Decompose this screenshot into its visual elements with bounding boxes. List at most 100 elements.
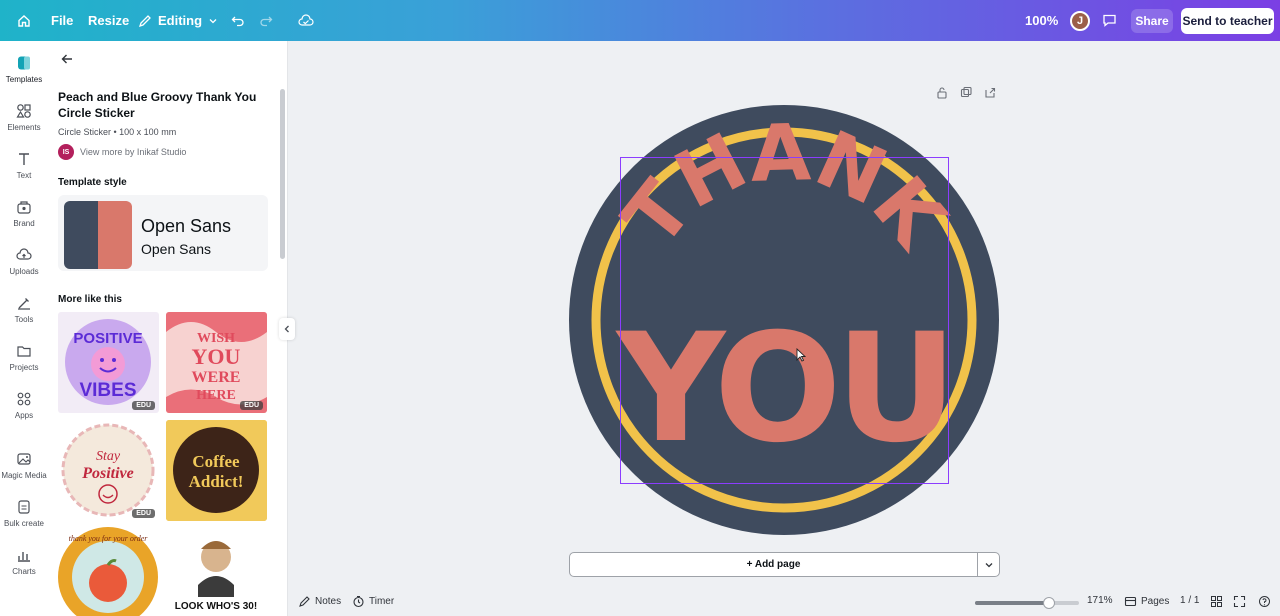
- rail-templates[interactable]: Templates: [0, 55, 48, 84]
- cloud-check-icon: [298, 13, 314, 26]
- collapse-panel-button[interactable]: [279, 318, 295, 340]
- edu-badge: EDU: [132, 401, 155, 410]
- zoom-slider-fill: [975, 601, 1049, 605]
- grid-view-button[interactable]: [1210, 595, 1223, 608]
- add-page-top-button[interactable]: [984, 86, 996, 104]
- zoom-slider[interactable]: [975, 597, 1079, 609]
- template-thumbnail[interactable]: WISH YOU WERE HERE EDU: [166, 312, 267, 413]
- svg-text:Stay: Stay: [96, 449, 121, 464]
- selection-box[interactable]: [620, 157, 949, 484]
- svg-text:Positive: Positive: [81, 465, 134, 482]
- template-thumbnail[interactable]: Coffee Addict!: [166, 420, 267, 521]
- positive-vibes-thumbnail: POSITIVE VIBES: [65, 319, 151, 405]
- text-icon: [19, 153, 29, 165]
- page-count: 1 / 1: [1180, 595, 1200, 606]
- bulk-create-icon: [18, 500, 30, 514]
- timer-icon: [353, 595, 364, 608]
- back-button[interactable]: [60, 52, 74, 71]
- lock-button[interactable]: [936, 86, 948, 104]
- template-thumbnail[interactable]: Stay Positive EDU: [58, 420, 159, 521]
- help-button[interactable]: [1258, 595, 1271, 608]
- template-detail-panel: Peach and Blue Groovy Thank You Circle S…: [48, 41, 288, 616]
- undo-button[interactable]: [231, 0, 245, 41]
- user-avatar[interactable]: J: [1070, 0, 1090, 41]
- templates-icon: [18, 56, 30, 70]
- cloud-save-status[interactable]: [298, 0, 314, 41]
- add-page-options-button[interactable]: [977, 552, 1000, 577]
- lock-icon: [937, 87, 947, 99]
- rail-uploads[interactable]: Uploads: [0, 247, 48, 276]
- creator-link[interactable]: IS View more by Inikaf Studio: [58, 144, 186, 160]
- template-thumbnail[interactable]: thank you for your order: [58, 527, 159, 616]
- share-out-icon: [985, 87, 996, 98]
- uploads-icon: [16, 248, 32, 260]
- home-button[interactable]: [17, 0, 31, 41]
- rail-tools[interactable]: Tools: [0, 295, 48, 324]
- bottom-bar: Notes Timer 171% Pages 1 / 1: [288, 590, 1280, 616]
- pencil-icon: [138, 14, 151, 27]
- top-bar: File Resize Editing 100% J: [0, 0, 1280, 41]
- font-secondary: Open Sans: [141, 241, 212, 257]
- redo-icon: [260, 16, 273, 26]
- grid-icon: [1211, 596, 1222, 607]
- svg-text:Coffee: Coffee: [192, 452, 240, 471]
- svg-text:POSITIVE: POSITIVE: [73, 330, 142, 347]
- rail-text[interactable]: Text: [0, 151, 48, 180]
- template-subtitle: Circle Sticker • 100 x 100 mm: [58, 127, 177, 137]
- template-thumbnail[interactable]: POSITIVE VIBES EDU: [58, 312, 159, 413]
- mouse-cursor-icon: [796, 348, 806, 362]
- svg-text:YOU: YOU: [192, 344, 241, 369]
- left-rail: Templates Elements Text Brand Uploads To…: [0, 41, 48, 616]
- chevron-down-icon: [985, 562, 992, 567]
- duplicate-page-button[interactable]: [960, 86, 972, 104]
- rail-brand[interactable]: Brand: [0, 199, 48, 228]
- template-title: Peach and Blue Groovy Thank You Circle S…: [58, 90, 257, 120]
- svg-text:LOOK WHO'S 30!: LOOK WHO'S 30!: [175, 601, 257, 612]
- redo-button[interactable]: [259, 0, 273, 41]
- magic-media-icon: [17, 453, 31, 465]
- rail-magic-media[interactable]: Magic Media: [0, 451, 48, 480]
- brand-icon: [17, 201, 31, 214]
- thank-you-order-thumbnail: thank you for your order: [58, 527, 159, 616]
- color-swatch: [64, 201, 132, 269]
- notes-icon: [299, 596, 310, 607]
- send-to-teacher-button[interactable]: Send to teacher: [1181, 8, 1274, 34]
- duplicate-icon: [960, 86, 972, 98]
- fullscreen-button[interactable]: [1233, 595, 1246, 608]
- share-button[interactable]: Share: [1131, 9, 1173, 33]
- add-page-button[interactable]: + Add page: [569, 552, 978, 577]
- more-like-this-heading: More like this: [58, 294, 122, 305]
- svg-text:thank you for your order: thank you for your order: [69, 534, 149, 543]
- panel-scrollbar[interactable]: [280, 89, 285, 259]
- svg-text:HERE: HERE: [196, 388, 236, 403]
- timer-button[interactable]: Timer: [352, 595, 394, 608]
- template-style-card[interactable]: Open Sans Open Sans: [58, 195, 268, 271]
- notes-button[interactable]: Notes: [298, 595, 341, 608]
- rail-elements[interactable]: Elements: [0, 103, 48, 132]
- resize-button[interactable]: Resize: [88, 0, 129, 41]
- creator-avatar: IS: [58, 144, 74, 160]
- help-icon: [1259, 596, 1270, 607]
- svg-text:WERE: WERE: [192, 369, 241, 386]
- chevron-left-icon: [284, 325, 289, 333]
- editing-mode-dropdown[interactable]: Editing: [138, 0, 218, 41]
- look-whos-30-thumbnail: LOOK WHO'S 30!: [166, 527, 267, 616]
- rail-charts[interactable]: Charts: [0, 547, 48, 576]
- template-thumbnail[interactable]: LOOK WHO'S 30!: [166, 527, 267, 616]
- file-menu[interactable]: File: [51, 0, 73, 41]
- rail-bulk-create[interactable]: Bulk create: [0, 499, 48, 528]
- fullscreen-icon: [1233, 595, 1246, 608]
- comments-button[interactable]: [1102, 0, 1117, 41]
- coffee-addict-thumbnail: Coffee Addict!: [166, 420, 267, 521]
- template-style-heading: Template style: [58, 177, 127, 188]
- pages-button[interactable]: Pages: [1124, 595, 1169, 608]
- home-icon: [18, 14, 30, 27]
- zoom-level[interactable]: 100%: [1025, 0, 1058, 41]
- charts-icon: [18, 552, 30, 562]
- font-primary: Open Sans: [141, 216, 232, 236]
- zoom-slider-handle[interactable]: [1042, 597, 1055, 609]
- rail-projects[interactable]: Projects: [0, 343, 48, 372]
- zoom-percent[interactable]: 171%: [1087, 595, 1113, 606]
- elements-icon: [16, 104, 31, 118]
- rail-apps[interactable]: Apps: [0, 391, 48, 420]
